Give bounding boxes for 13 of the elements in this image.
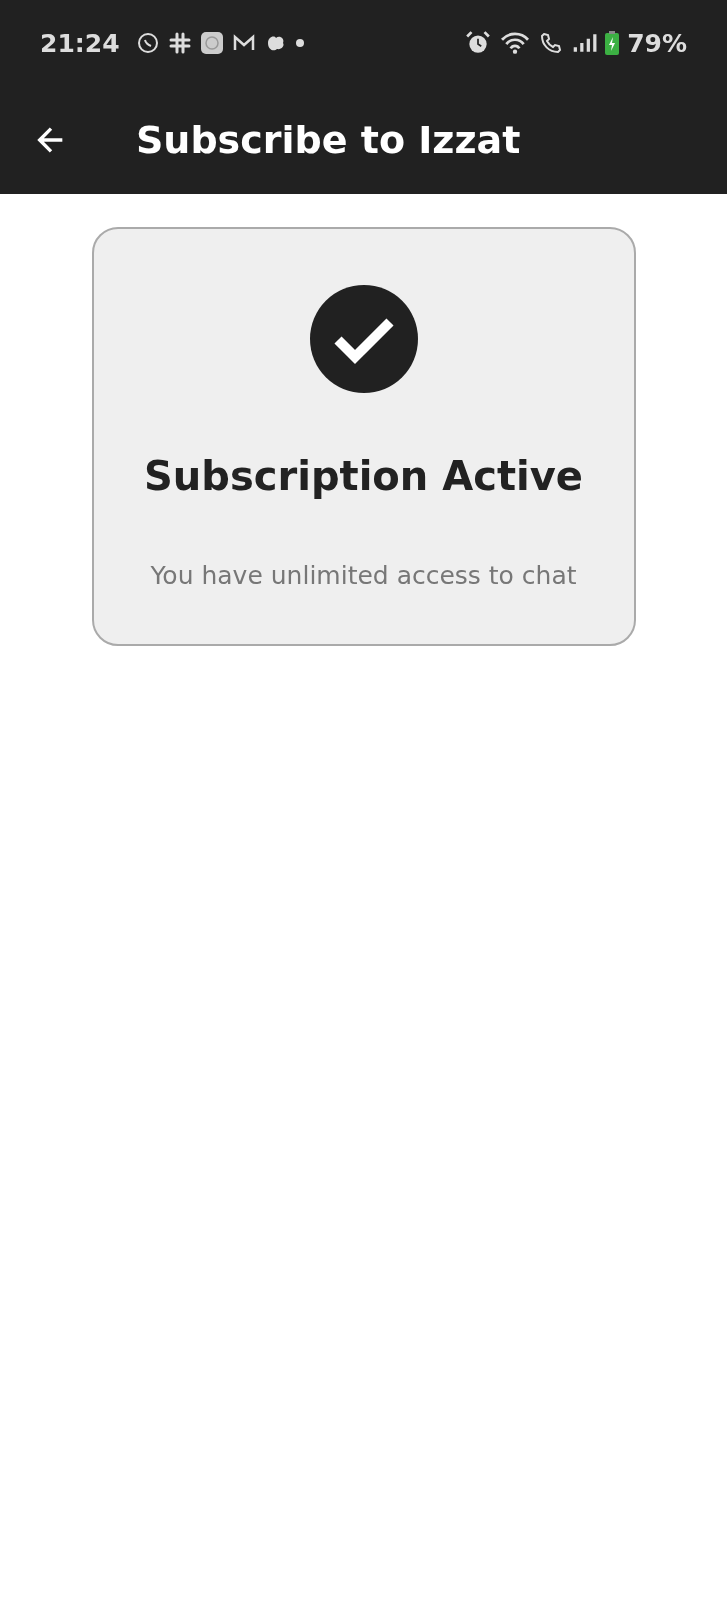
app-icon (199, 31, 224, 55)
screen-title: Subscribe to Izzat (136, 118, 521, 162)
hash-icon (167, 31, 192, 55)
check-circle-icon (309, 285, 418, 393)
wifi-icon (499, 30, 532, 56)
battery-icon (605, 31, 620, 55)
alarm-icon (465, 30, 492, 56)
status-time: 21:24 (40, 28, 120, 58)
card-title: Subscription Active (144, 453, 583, 499)
battery-level: 79% (627, 28, 687, 58)
card-message: You have unlimited access to chat (150, 561, 577, 590)
dot-icon (295, 39, 304, 47)
phone-icon (539, 31, 564, 55)
